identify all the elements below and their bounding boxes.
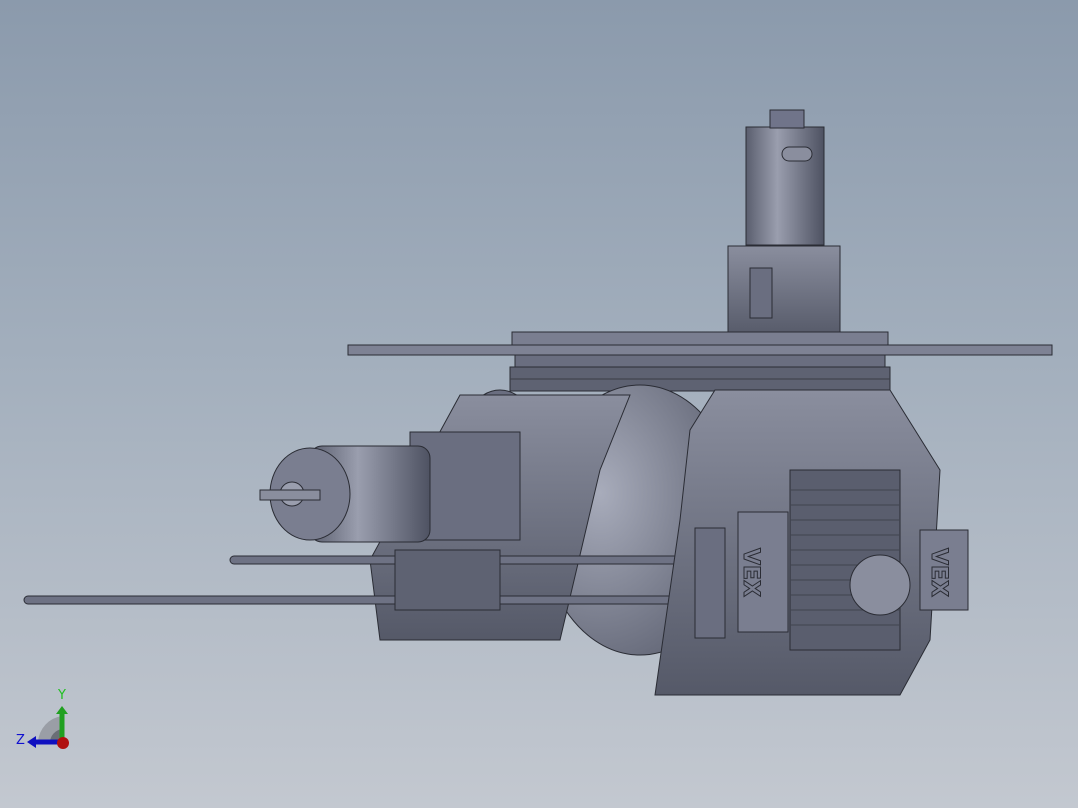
z-axis-label: Z [16, 733, 25, 748]
top-motor [727, 109, 841, 339]
cad-viewport[interactable]: VEX VEX Y Z [0, 0, 1078, 808]
model-render: VEX VEX Y Z [16, 109, 1053, 749]
coordinate-triad[interactable]: Y Z [16, 688, 69, 749]
left-motor [259, 445, 431, 543]
servo-brand-mark-left: VEX [738, 548, 763, 597]
base-plate [347, 331, 1053, 392]
x-axis-marker [57, 737, 69, 749]
right-housing [654, 389, 969, 696]
y-axis-label: Y [57, 688, 66, 703]
servo-brand-mark-right: VEX [926, 548, 951, 597]
